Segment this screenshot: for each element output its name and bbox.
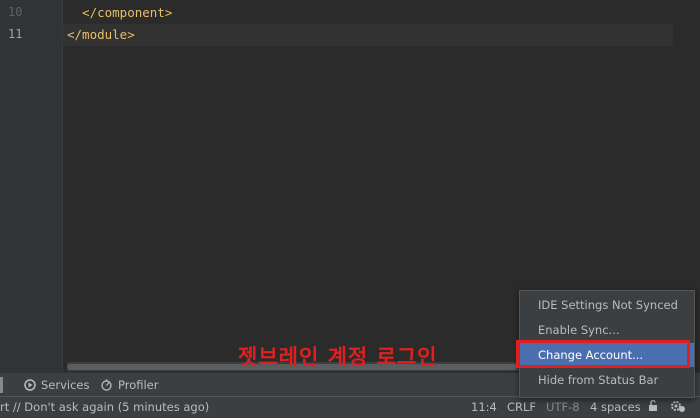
code-line[interactable]: </component> xyxy=(67,5,172,20)
file-encoding[interactable]: UTF-8 xyxy=(546,400,580,414)
menu-item-ide-settings-not-synced[interactable]: IDE Settings Not Synced xyxy=(520,293,694,317)
annotation-highlight-box xyxy=(516,340,690,368)
settings-sync-icon[interactable] xyxy=(670,399,686,416)
menu-item-hide-from-status-bar[interactable]: Hide from Status Bar xyxy=(520,368,694,392)
services-tool-button[interactable]: Services xyxy=(24,378,90,392)
status-bar: rt // Don't ask again (5 minutes ago) 11… xyxy=(0,396,700,418)
caret-position[interactable]: 11:4 xyxy=(471,400,497,414)
annotation-label: 젯브레인 계정 로그인 xyxy=(238,345,438,369)
line-number-gutter: 10 11 xyxy=(0,0,63,372)
profiler-label: Profiler xyxy=(118,378,159,392)
line-number: 10 xyxy=(8,5,23,19)
menu-item-enable-sync[interactable]: Enable Sync... xyxy=(520,318,694,342)
line-separator[interactable]: CRLF xyxy=(507,400,536,414)
indent-setting[interactable]: 4 spaces xyxy=(590,400,641,414)
lock-icon[interactable] xyxy=(647,399,659,415)
caret-row-highlight xyxy=(63,24,673,46)
profiler-icon xyxy=(101,379,113,391)
profiler-tool-button[interactable]: Profiler xyxy=(101,378,159,392)
code-line[interactable]: </module> xyxy=(67,27,135,42)
line-number: 11 xyxy=(8,27,23,41)
services-icon xyxy=(24,379,36,391)
tool-window-edge xyxy=(0,377,3,393)
services-label: Services xyxy=(41,378,90,392)
status-message[interactable]: rt // Don't ask again (5 minutes ago) xyxy=(0,400,209,414)
